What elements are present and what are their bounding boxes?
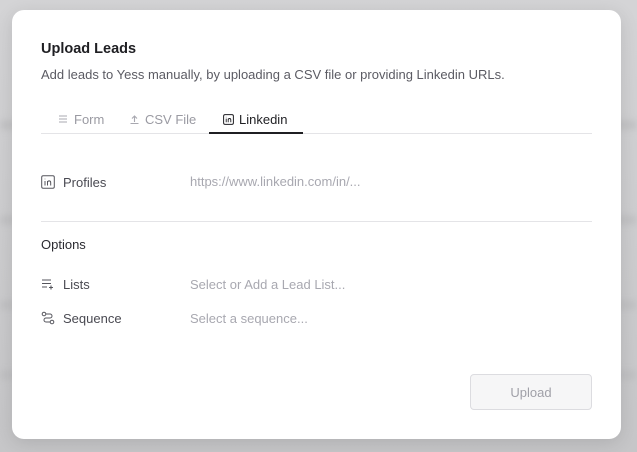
sequence-icon: [41, 311, 55, 325]
tab-label: Linkedin: [239, 111, 288, 127]
profiles-label: Profiles: [63, 175, 107, 190]
tab-label: Form: [74, 111, 105, 127]
lists-label: Lists: [63, 277, 90, 292]
upload-method-tabs: Form CSV File Linkedin: [41, 106, 592, 134]
tab-linkedin[interactable]: Linkedin: [222, 106, 287, 132]
upload-leads-modal: Upload Leads Add leads to Yess manually,…: [12, 10, 621, 439]
tab-label: CSV File: [145, 111, 197, 127]
upload-icon: [128, 113, 140, 125]
lists-select[interactable]: Select or Add a Lead List...: [190, 277, 345, 292]
linkedin-icon: [41, 175, 55, 189]
linkedin-profiles-input[interactable]: [190, 170, 570, 192]
sequence-select[interactable]: Select a sequence...: [190, 311, 308, 326]
active-tab-indicator: [209, 132, 303, 134]
sequence-label: Sequence: [63, 311, 122, 326]
options-heading: Options: [41, 237, 86, 252]
list-add-icon: [41, 277, 55, 291]
modal-title: Upload Leads: [41, 41, 137, 57]
modal-subtitle: Add leads to Yess manually, by uploading…: [41, 67, 505, 82]
linkedin-icon: [222, 113, 234, 125]
form-list-icon: [57, 113, 69, 125]
tab-csv-file[interactable]: CSV File: [128, 106, 196, 132]
section-divider: [41, 221, 592, 222]
tab-form[interactable]: Form: [57, 106, 104, 132]
upload-button[interactable]: Upload: [470, 374, 592, 410]
